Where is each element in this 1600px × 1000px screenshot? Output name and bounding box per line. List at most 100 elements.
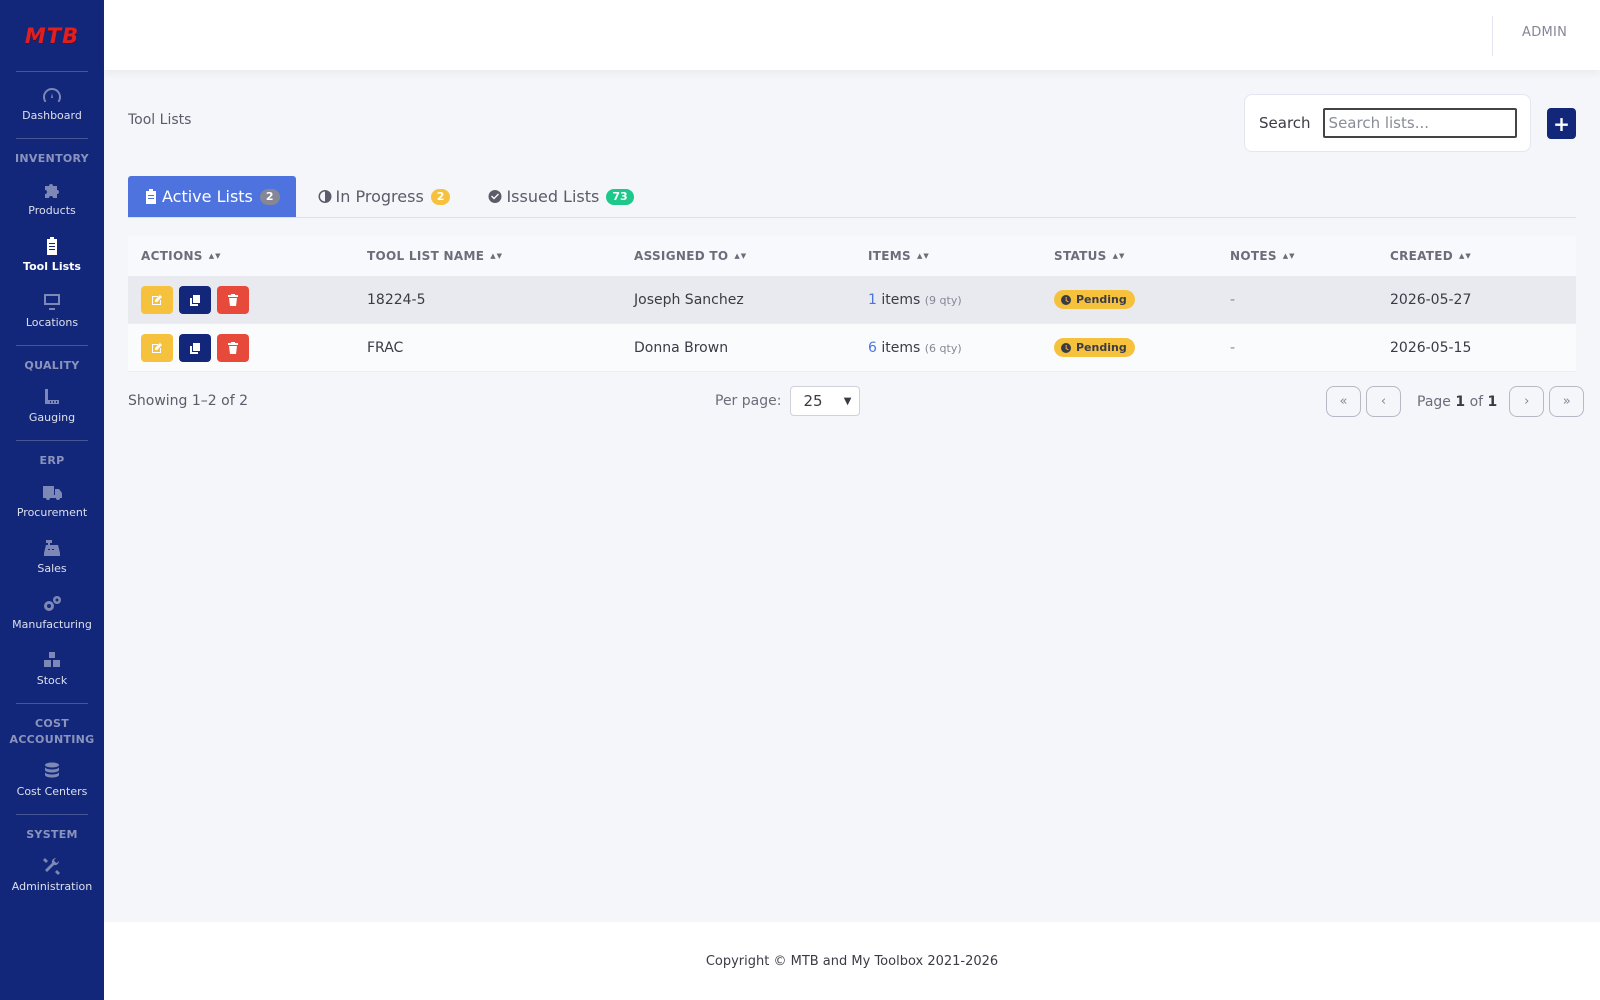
created-date: 2026-05-27 xyxy=(1390,291,1472,308)
section-heading-erp: ERP xyxy=(39,454,65,467)
tool-list-name[interactable]: 18224-5 xyxy=(367,292,634,308)
sort-icon: ▲▼ xyxy=(1112,252,1126,260)
column-header-created[interactable]: CREATED ▲▼ xyxy=(1390,249,1576,263)
search-label: Search xyxy=(1259,114,1311,132)
sidebar-item-locations[interactable]: Locations xyxy=(0,283,104,339)
trash-icon xyxy=(228,341,238,354)
column-header-label: ITEMS xyxy=(868,249,911,263)
tab-active-lists[interactable]: Active Lists 2 xyxy=(128,176,296,217)
column-header-notes[interactable]: NOTES ▲▼ xyxy=(1230,249,1390,263)
column-header-label: CREATED xyxy=(1390,249,1454,263)
tab-label: Issued Lists xyxy=(506,187,600,206)
column-header-status[interactable]: STATUS ▲▼ xyxy=(1054,249,1230,263)
status-badge: Pending xyxy=(1054,290,1135,309)
current-page: 1 xyxy=(1455,393,1466,410)
search-input[interactable] xyxy=(1322,108,1517,138)
logo-text: MTB xyxy=(10,23,94,48)
of-word: of xyxy=(1469,393,1484,410)
coins-icon xyxy=(45,762,59,778)
add-list-button[interactable]: + xyxy=(1547,108,1576,139)
sidebar-item-administration[interactable]: Administration xyxy=(0,847,104,903)
duplicate-button[interactable] xyxy=(179,333,211,362)
prev-page-button[interactable]: ‹ xyxy=(1366,386,1401,417)
monitor-icon xyxy=(44,294,60,310)
per-page-control: Per page: 25 ▼ xyxy=(715,386,861,416)
edit-icon xyxy=(152,342,162,353)
sidebar-item-stock[interactable]: Stock xyxy=(0,641,104,697)
sort-icon: ▲▼ xyxy=(1459,252,1472,260)
edit-icon xyxy=(152,294,162,305)
divider xyxy=(16,703,88,704)
divider xyxy=(16,345,88,346)
first-page-button[interactable]: « xyxy=(1326,386,1361,417)
per-page-label: Per page: xyxy=(715,393,782,409)
sidebar-item-tool-lists[interactable]: Tool Lists xyxy=(0,227,104,283)
copy-icon xyxy=(190,342,200,354)
row-actions xyxy=(128,333,367,362)
showing-count: Showing 1–2 of 2 xyxy=(128,393,248,409)
table-row[interactable]: FRAC Donna Brown 6 items (6 qty) Pending… xyxy=(128,324,1576,372)
sidebar-item-procurement[interactable]: Procurement xyxy=(0,473,104,529)
sort-icon: ▲▼ xyxy=(916,252,930,260)
last-page-button[interactable]: » xyxy=(1549,386,1585,417)
logo[interactable]: MTB xyxy=(10,0,94,72)
divider xyxy=(16,440,88,441)
notes: - xyxy=(1230,339,1236,356)
sort-icon: ▲▼ xyxy=(734,252,748,260)
user-menu[interactable]: ADMIN xyxy=(1522,25,1567,40)
column-header-items[interactable]: ITEMS ▲▼ xyxy=(868,249,1054,263)
status-text: Pending xyxy=(1076,341,1127,354)
column-header-tool-list-name[interactable]: TOOL LIST NAME ▲▼ xyxy=(367,249,634,263)
items-count[interactable]: 6 xyxy=(868,340,877,356)
page-title: Tool Lists xyxy=(128,112,192,128)
edit-button[interactable] xyxy=(141,285,173,314)
column-header-label: TOOL LIST NAME xyxy=(367,249,485,263)
clock-icon xyxy=(1061,294,1071,305)
tools-icon xyxy=(43,857,60,875)
column-header-label: ACTIONS xyxy=(141,249,203,263)
row-actions xyxy=(128,285,367,314)
column-header-actions[interactable]: ACTIONS ▲▼ xyxy=(128,249,367,263)
duplicate-button[interactable] xyxy=(179,285,211,314)
tab-in-progress[interactable]: In Progress 2 xyxy=(302,176,467,217)
table-row[interactable]: 18224-5 Joseph Sanchez 1 items (9 qty) P… xyxy=(128,276,1576,324)
sidebar-item-gauging[interactable]: Gauging xyxy=(0,378,104,434)
sidebar-item-sales[interactable]: Sales xyxy=(0,529,104,585)
status-cell: Pending xyxy=(1054,338,1230,357)
sidebar: MTB Dashboard INVENTORY Products Tool Li… xyxy=(0,0,104,1000)
sidebar-item-products[interactable]: Products xyxy=(0,171,104,227)
per-page-select[interactable]: 25 ▼ xyxy=(790,386,861,416)
next-page-button[interactable]: › xyxy=(1509,386,1545,417)
items-cell: 6 items (6 qty) xyxy=(868,340,1054,356)
sidebar-item-label: Gauging xyxy=(28,411,76,424)
topbar-divider xyxy=(1492,16,1493,56)
sidebar-item-cost-centers[interactable]: Cost Centers xyxy=(0,752,104,808)
section-heading-system: SYSTEM xyxy=(26,828,78,841)
total-pages: 1 xyxy=(1487,393,1498,410)
edit-button[interactable] xyxy=(141,333,173,362)
column-header-assigned-to[interactable]: ASSIGNED TO ▲▼ xyxy=(634,249,868,263)
tool-list-name[interactable]: FRAC xyxy=(367,340,634,356)
check-circle-icon xyxy=(488,190,502,203)
items-count[interactable]: 1 xyxy=(868,292,877,308)
copy-icon xyxy=(190,294,200,306)
sidebar-item-label: Tool Lists xyxy=(23,260,81,273)
sidebar-item-dashboard[interactable]: Dashboard xyxy=(0,76,104,132)
status-cell: Pending xyxy=(1054,290,1230,309)
half-circle-icon xyxy=(318,190,332,203)
tab-label: Active Lists xyxy=(162,187,253,206)
sidebar-item-label: Dashboard xyxy=(22,109,82,122)
delete-button[interactable] xyxy=(217,333,249,362)
section-heading-inventory: INVENTORY xyxy=(15,152,89,165)
sidebar-item-label: Administration xyxy=(11,880,93,893)
sort-icon: ▲▼ xyxy=(208,252,222,260)
dashboard-gauge-icon xyxy=(43,88,61,103)
tab-issued-lists[interactable]: Issued Lists 73 xyxy=(472,176,649,217)
sort-icon: ▲▼ xyxy=(490,252,503,260)
sidebar-item-manufacturing[interactable]: Manufacturing xyxy=(0,585,104,641)
sidebar-item-label: Cost Centers xyxy=(16,785,88,798)
footer: Copyright © MTB and My Toolbox 2021-2026 xyxy=(104,922,1600,1000)
delete-button[interactable] xyxy=(217,285,249,314)
page-word: Page xyxy=(1417,393,1451,410)
sidebar-item-label: Sales xyxy=(37,562,67,575)
